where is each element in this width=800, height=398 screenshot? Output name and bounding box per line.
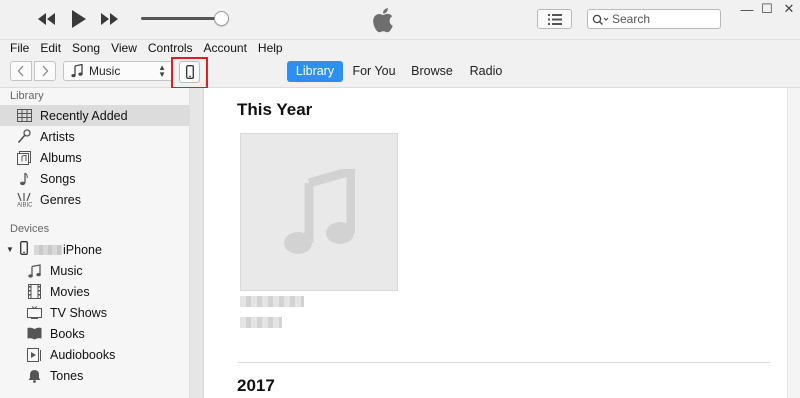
svg-text:A|B|C: A|B|C bbox=[17, 203, 32, 208]
music-note-icon bbox=[26, 263, 42, 279]
back-button[interactable] bbox=[10, 61, 32, 81]
next-track-button[interactable] bbox=[98, 8, 122, 30]
film-icon bbox=[26, 284, 42, 300]
menu-bar: File Edit Song View Controls Account Hel… bbox=[0, 40, 800, 56]
sidebar-item-genres[interactable]: A|B|C Genres bbox=[0, 189, 190, 210]
redacted-album-title bbox=[240, 296, 304, 307]
list-icon bbox=[547, 13, 562, 25]
tab-library[interactable]: Library bbox=[287, 61, 343, 82]
redacted-device-owner bbox=[34, 244, 62, 255]
sidebar-item-label: Recently Added bbox=[40, 108, 128, 123]
up-down-arrows-icon: ▲ ▼ bbox=[158, 63, 166, 79]
menu-account[interactable]: Account bbox=[204, 40, 247, 56]
sidebar-item-label: Songs bbox=[40, 171, 76, 186]
book-icon bbox=[26, 326, 42, 342]
menu-help[interactable]: Help bbox=[258, 40, 283, 56]
iphone-icon bbox=[20, 241, 28, 258]
previous-track-button[interactable] bbox=[34, 8, 58, 30]
navigation-toolbar: Music ▲ ▼ Library For You Browse Radio bbox=[0, 56, 800, 89]
sidebar-scrollbar[interactable] bbox=[190, 88, 204, 398]
media-type-select[interactable]: Music ▲ ▼ bbox=[63, 61, 173, 81]
main-scrollbar[interactable] bbox=[787, 88, 800, 398]
tab-radio[interactable]: Radio bbox=[465, 61, 507, 82]
sidebar-item-label: Genres bbox=[40, 192, 81, 207]
search-input[interactable] bbox=[612, 12, 712, 26]
main-content: This Year 2017 bbox=[204, 88, 788, 398]
device-name: iPhone bbox=[63, 242, 102, 257]
sidebar-item-device-tv-shows[interactable]: TV Shows bbox=[0, 302, 190, 323]
genres-icon: A|B|C bbox=[16, 192, 32, 208]
volume-slider-track[interactable] bbox=[141, 17, 225, 20]
sidebar-item-device-books[interactable]: Books bbox=[0, 323, 190, 344]
volume-slider-knob[interactable] bbox=[214, 11, 229, 26]
search-icon bbox=[592, 14, 609, 25]
list-view-button[interactable] bbox=[537, 9, 572, 29]
play-button[interactable] bbox=[66, 8, 90, 30]
tv-icon bbox=[26, 305, 42, 321]
audiobook-icon bbox=[26, 347, 42, 363]
menu-song[interactable]: Song bbox=[72, 40, 100, 56]
fast-forward-icon bbox=[101, 13, 118, 25]
rewind-icon bbox=[38, 13, 55, 25]
section-title-this-year: This Year bbox=[237, 100, 313, 119]
sidebar-item-label: Books bbox=[50, 326, 85, 341]
music-note-icon bbox=[16, 171, 32, 187]
section-title-2017: 2017 bbox=[237, 376, 275, 395]
sidebar-item-label: Music bbox=[50, 263, 83, 278]
minimize-icon: — bbox=[740, 1, 754, 17]
library-heading: Library bbox=[10, 90, 44, 102]
menu-controls[interactable]: Controls bbox=[148, 40, 193, 56]
devices-heading: Devices bbox=[10, 223, 50, 235]
apple-logo-icon bbox=[373, 8, 393, 33]
maximize-window-button[interactable]: ☐ bbox=[756, 0, 778, 18]
media-type-label: Music bbox=[89, 64, 121, 78]
tab-browse[interactable]: Browse bbox=[408, 61, 456, 82]
bell-icon bbox=[26, 368, 42, 384]
sidebar-item-device-music[interactable]: Music bbox=[0, 260, 190, 281]
sidebar-item-device-audiobooks[interactable]: Audiobooks bbox=[0, 344, 190, 365]
chevron-right-icon bbox=[42, 65, 49, 77]
music-note-placeholder-icon bbox=[284, 169, 355, 254]
chevron-left-icon bbox=[17, 65, 24, 77]
album-tile[interactable] bbox=[240, 133, 398, 291]
sidebar-item-label: Artists bbox=[40, 129, 75, 144]
forward-button[interactable] bbox=[34, 61, 56, 81]
sidebar-device-iphone[interactable]: ▼ iPhone bbox=[0, 239, 190, 260]
tab-for-you[interactable]: For You bbox=[347, 61, 401, 82]
sidebar-item-device-movies[interactable]: Movies bbox=[0, 281, 190, 302]
sidebar-item-recently-added[interactable]: Recently Added bbox=[0, 105, 190, 126]
sidebar-item-label: Albums bbox=[40, 150, 82, 165]
sidebar-item-albums[interactable]: Albums bbox=[0, 147, 190, 168]
minimize-window-button[interactable]: — bbox=[736, 0, 758, 18]
sidebar-item-artists[interactable]: Artists bbox=[0, 126, 190, 147]
album-icon bbox=[16, 150, 32, 166]
microphone-icon bbox=[16, 129, 32, 145]
search-box[interactable] bbox=[587, 9, 721, 29]
music-note-icon bbox=[71, 64, 83, 78]
redacted-album-artist bbox=[240, 317, 282, 328]
sidebar-item-songs[interactable]: Songs bbox=[0, 168, 190, 189]
menu-file[interactable]: File bbox=[10, 40, 29, 56]
sidebar-item-device-tones[interactable]: Tones bbox=[0, 365, 190, 386]
sidebar-item-label: Tones bbox=[50, 368, 84, 383]
sidebar-item-label: Audiobooks bbox=[50, 347, 116, 362]
menu-view[interactable]: View bbox=[111, 40, 137, 56]
device-button[interactable] bbox=[179, 61, 200, 83]
iphone-icon bbox=[185, 65, 194, 79]
maximize-icon: ☐ bbox=[761, 1, 773, 16]
play-icon bbox=[72, 10, 86, 28]
disclosure-triangle-icon[interactable]: ▼ bbox=[6, 245, 14, 254]
title-bar: — ☐ ✕ bbox=[0, 0, 800, 40]
close-window-button[interactable]: ✕ bbox=[778, 0, 800, 18]
sidebar: Library Recently Added Artists Albums So… bbox=[0, 88, 190, 398]
sidebar-item-label: Movies bbox=[50, 284, 90, 299]
close-icon: ✕ bbox=[783, 1, 795, 16]
sidebar-item-label: TV Shows bbox=[50, 305, 107, 320]
menu-edit[interactable]: Edit bbox=[40, 40, 61, 56]
section-divider bbox=[237, 362, 771, 363]
grid-icon bbox=[16, 108, 32, 124]
